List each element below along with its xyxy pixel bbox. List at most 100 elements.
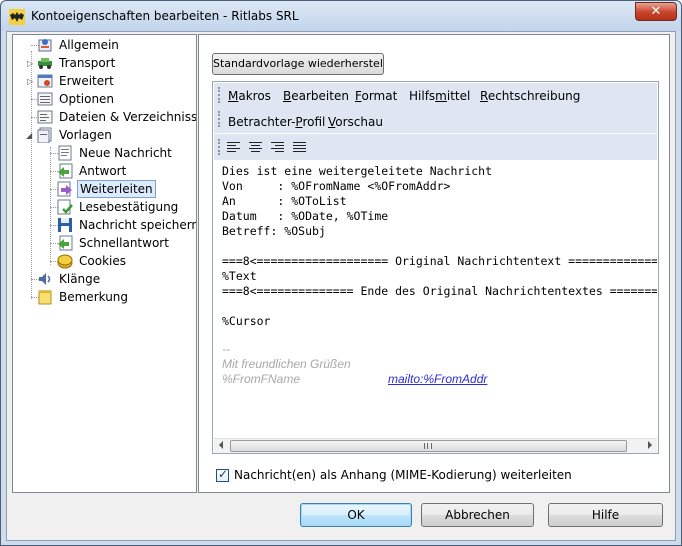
horizontal-scrollbar[interactable] (214, 438, 657, 453)
tree-item-klaenge[interactable]: Klänge (37, 270, 102, 288)
tree-label: Schnellantwort (79, 236, 169, 250)
reply-icon (58, 163, 73, 179)
tree-label: Antwort (79, 164, 127, 178)
template-line: Von : %OFromName <%OFromAddr> (222, 179, 451, 193)
template-line: An : %OToList (222, 194, 347, 208)
signature-name: %FromFName (222, 372, 301, 386)
dialog-window: Kontoeigenschaften bearbeiten - Ritlabs … (0, 0, 682, 546)
scrollbar-thumb[interactable] (230, 440, 627, 452)
scroll-left-icon[interactable] (219, 441, 223, 449)
template-line: ===8<============== Ende des Original Na… (222, 284, 657, 298)
template-editor: Makros Bearbeiten Format Hilfsmittel Rec… (212, 81, 659, 454)
align-right-icon[interactable] (268, 138, 288, 156)
template-line: Betreff: %OSubj (222, 224, 326, 238)
window-title: Kontoeigenschaften bearbeiten - Ritlabs … (31, 9, 299, 23)
options-icon (37, 92, 53, 106)
tree-label: Vorlagen (59, 128, 112, 142)
sounds-icon (39, 273, 51, 285)
tree-label: Transport (59, 56, 116, 70)
tree-item-cookies[interactable]: Cookies (57, 252, 128, 270)
general-settings-icon (38, 39, 52, 52)
forward-icon (57, 181, 72, 197)
read-receipt-icon (57, 199, 73, 215)
tree-item-weiterleiten[interactable]: Weiterleiten (57, 180, 156, 198)
ok-button[interactable]: OK (300, 503, 412, 527)
tree-label: Nachricht speichern (79, 218, 197, 232)
transport-icon (38, 58, 52, 69)
template-panel: Standardvorlage wiederherstellen Makros … (198, 34, 670, 493)
settings-tree[interactable]: ▷ ▷ ◢ Allgemein Transport Erweitert Opti… (12, 34, 197, 493)
mime-attachment-label: Nachricht(en) als Anhang (MIME-Kodierung… (234, 468, 572, 482)
tree-item-antwort[interactable]: Antwort (57, 162, 128, 180)
template-line: Dies ist eine weitergeleitete Nachricht (222, 164, 493, 178)
tree-label: Optionen (59, 92, 115, 106)
collapse-vorlagen-icon[interactable]: ◢ (26, 131, 32, 140)
folder-icon (37, 110, 53, 124)
tree-connector (50, 147, 51, 265)
editor-menubar: Makros Bearbeiten Format Hilfsmittel Rec… (214, 83, 657, 133)
tree-label: Cookies (79, 254, 126, 268)
mime-attachment-checkbox[interactable]: ✓ (216, 466, 229, 482)
tree-connector (31, 51, 32, 299)
expand-erweitert-icon[interactable]: ▷ (27, 77, 33, 86)
save-message-icon (58, 218, 72, 232)
tree-item-optionen[interactable]: Optionen (37, 90, 116, 108)
tree-label: Dateien & Verzeichnisse (59, 110, 197, 124)
signature-dashes: -- (222, 342, 230, 356)
menu-rechtschreibung[interactable]: Rechtschreibung (480, 89, 580, 103)
tree-item-transport[interactable]: Transport (37, 54, 117, 72)
expand-transport-icon[interactable]: ▷ (27, 59, 33, 68)
scroll-right-icon[interactable] (648, 441, 652, 449)
menu-hilfsmittel[interactable]: Hilfsmittel (409, 89, 470, 103)
signature-greeting: Mit freundlichen Grüßen (222, 357, 351, 371)
toolbar-grip (218, 87, 221, 103)
template-text-editor[interactable]: Dies ist eine weitergeleitete Nachricht … (214, 162, 657, 437)
tree-label: Erweitert (59, 74, 114, 88)
tree-label: Bemerkung (59, 290, 129, 304)
templates-icon (37, 127, 52, 143)
tree-label: Allgemein (59, 38, 119, 52)
menu-vorschau[interactable]: Vorschau (328, 115, 383, 129)
help-button[interactable]: Hilfe (548, 503, 663, 527)
toolbar-grip (218, 139, 221, 155)
tree-item-nachricht-speichern[interactable]: Nachricht speichern (57, 216, 197, 234)
tree-item-neue-nachricht[interactable]: Neue Nachricht (57, 144, 174, 162)
note-icon (38, 290, 52, 305)
template-line: %Text (222, 269, 257, 283)
close-button[interactable]: ✕ (635, 2, 677, 21)
template-line: %Cursor (222, 314, 271, 328)
menu-betrachter-profil[interactable]: Betrachter-Profil (228, 115, 325, 129)
grip-icon (424, 443, 432, 449)
template-line: Datum : %ODate, %OTime (222, 209, 389, 223)
tree-item-schnellantwort[interactable]: Schnellantwort (57, 234, 171, 252)
tree-item-erweitert[interactable]: Erweitert (37, 72, 116, 90)
tree-label: Lesebestätigung (79, 200, 179, 214)
bat-app-icon (9, 9, 25, 25)
justify-icon[interactable] (290, 138, 310, 156)
menu-format[interactable]: Format (355, 89, 397, 103)
align-center-icon[interactable] (246, 138, 266, 156)
cancel-button[interactable]: Abbrechen (421, 503, 534, 527)
tree-item-dateien[interactable]: Dateien & Verzeichnisse (37, 108, 197, 126)
tree-label: Neue Nachricht (79, 146, 172, 160)
menu-makros[interactable]: Makros (228, 89, 271, 103)
dialog-body: ▷ ▷ ◢ Allgemein Transport Erweitert Opti… (6, 31, 676, 541)
tree-item-vorlagen[interactable]: Vorlagen (37, 126, 114, 144)
mime-attachment-option[interactable]: ✓ Nachricht(en) als Anhang (MIME-Kodieru… (216, 466, 572, 482)
title-bar[interactable]: Kontoeigenschaften bearbeiten - Ritlabs … (1, 1, 681, 31)
menu-bearbeiten[interactable]: Bearbeiten (283, 89, 349, 103)
checkmark-icon: ✓ (218, 466, 229, 481)
quick-reply-icon (58, 235, 73, 251)
format-toolbar (214, 134, 657, 160)
advanced-icon (37, 74, 53, 88)
tree-item-lesebestaetigung[interactable]: Lesebestätigung (57, 198, 180, 216)
template-line: ===8<=================== Original Nachri… (222, 254, 657, 268)
tree-item-bemerkung[interactable]: Bemerkung (37, 288, 130, 306)
cookies-icon (57, 254, 73, 269)
new-message-icon (58, 145, 72, 161)
signature-mailto-link[interactable]: mailto:%FromAddr (388, 372, 487, 386)
align-left-icon[interactable] (224, 138, 244, 156)
toolbar-grip (218, 111, 221, 127)
tree-item-allgemein[interactable]: Allgemein (37, 36, 121, 54)
restore-default-template-button[interactable]: Standardvorlage wiederherstellen (212, 53, 384, 75)
